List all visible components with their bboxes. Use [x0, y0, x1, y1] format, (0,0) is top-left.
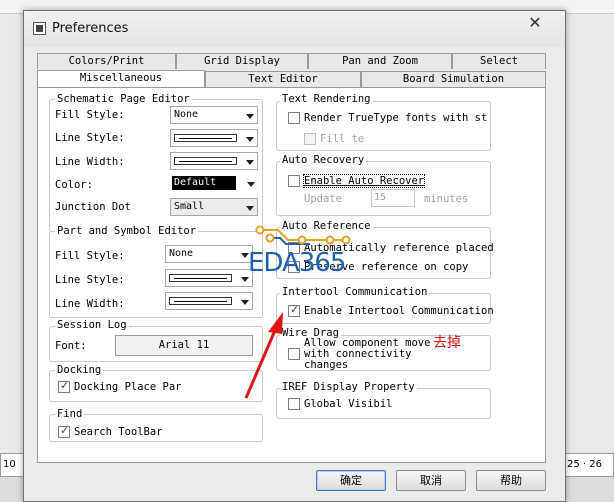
fill-text-label: Fill te: [320, 133, 365, 145]
render-truetype-checkbox[interactable]: [288, 112, 300, 124]
docking-option-label: Docking Place Par: [74, 381, 182, 393]
part-fill-style-value: None: [169, 248, 194, 259]
chevron-down-icon: [246, 206, 254, 211]
ruler-left: 10: [0, 453, 24, 477]
line-sample: [174, 278, 227, 279]
chevron-down-icon: [246, 114, 254, 119]
wire-drag-line-2: with connectivity: [304, 348, 412, 360]
watermark-logo: EDA365: [248, 248, 346, 278]
annotation-arrow-icon: [244, 312, 283, 399]
part-line-width-label: Line Width:: [55, 298, 125, 310]
tab-colors-print[interactable]: Colors/Print: [37, 53, 176, 69]
font-label: Font:: [55, 340, 87, 352]
schematic-fill-style-value: None: [174, 109, 199, 120]
intertool-label: Enable Intertool Communication: [304, 305, 494, 317]
docking-title: Docking: [55, 364, 104, 376]
search-toolbar-checkbox[interactable]: [58, 424, 70, 438]
part-fill-style-label: Fill Style:: [55, 250, 125, 262]
schematic-junction-dot-select[interactable]: Small: [170, 198, 258, 216]
intertool-title: Intertool Communication: [280, 286, 430, 298]
background-left-pane: [0, 14, 23, 502]
render-truetype-label: Render TrueType fonts with str: [304, 112, 488, 124]
schematic-fill-style-label: Fill Style:: [55, 109, 125, 121]
font-button[interactable]: Arial 11: [115, 335, 253, 356]
ok-button[interactable]: 确定: [316, 470, 386, 491]
text-rendering-title: Text Rendering: [280, 93, 373, 105]
line-sample: [174, 301, 227, 302]
line-sample: [179, 161, 232, 162]
tab-select[interactable]: Select: [452, 53, 546, 69]
enable-auto-recover-checkbox[interactable]: [288, 175, 300, 187]
chevron-down-icon: [241, 300, 249, 305]
tab-text-editor[interactable]: Text Editor: [205, 71, 361, 87]
chevron-down-icon: [246, 160, 254, 165]
enable-auto-recover-label: Enable Auto Recover: [302, 174, 426, 188]
schematic-line-width-label: Line Width:: [55, 156, 125, 168]
title-bar[interactable]: Preferences ✕: [24, 11, 565, 47]
fill-text-checkbox[interactable]: [304, 133, 316, 145]
tab-grid-display[interactable]: Grid Display: [176, 53, 308, 69]
schematic-color-label: Color:: [55, 179, 93, 191]
schematic-junction-dot-label: Junction Dot: [55, 201, 131, 213]
chevron-down-icon: [246, 137, 254, 142]
part-line-style-select[interactable]: [165, 269, 253, 287]
app-icon: [33, 22, 46, 35]
schematic-group-title: Schematic Page Editor: [55, 93, 192, 105]
junction-dot-value: Small: [174, 201, 205, 212]
search-toolbar-label: Search ToolBar: [74, 426, 163, 438]
schematic-line-style-select[interactable]: [170, 129, 258, 147]
part-line-style-label: Line Style:: [55, 274, 125, 286]
annotation-note: 去掉: [433, 335, 461, 351]
wire-drag-line-3: changes: [304, 360, 349, 370]
window-title: Preferences: [52, 21, 129, 36]
help-button[interactable]: 帮助: [476, 470, 546, 491]
global-visibility-label: Global Visibil: [304, 398, 393, 410]
iref-title: IREF Display Property: [280, 381, 417, 393]
background-right-pane: [565, 14, 614, 502]
docking-checkbox[interactable]: [58, 379, 70, 393]
ruler-right: 25 · 26: [562, 453, 614, 477]
part-symbol-group-title: Part and Symbol Editor: [55, 225, 199, 237]
tab-miscellaneous[interactable]: Miscellaneous: [37, 70, 205, 87]
part-fill-style-select[interactable]: None: [165, 245, 253, 263]
color-swatch: Default: [172, 176, 236, 190]
schematic-line-width-select[interactable]: [170, 152, 258, 170]
wire-drag-line-3-clip: changes: [304, 360, 348, 370]
line-sample: [179, 138, 232, 139]
update-label: Update: [304, 193, 342, 205]
schematic-fill-style-select[interactable]: None: [170, 106, 258, 124]
find-title: Find: [55, 408, 85, 420]
chevron-down-icon: [247, 182, 255, 187]
part-line-width-select[interactable]: [165, 292, 253, 310]
update-minutes-input[interactable]: 15: [371, 189, 415, 207]
close-button[interactable]: ✕: [512, 13, 558, 33]
auto-recovery-title: Auto Recovery: [280, 154, 367, 166]
cancel-button[interactable]: 取消: [396, 470, 466, 491]
tab-board-simulation[interactable]: Board Simulation: [361, 71, 546, 87]
minutes-label: minutes: [424, 193, 469, 205]
tab-pan-and-zoom[interactable]: Pan and Zoom: [308, 53, 452, 69]
schematic-line-style-label: Line Style:: [55, 132, 125, 144]
schematic-color-select[interactable]: Default: [170, 175, 258, 193]
session-log-title: Session Log: [55, 319, 129, 331]
